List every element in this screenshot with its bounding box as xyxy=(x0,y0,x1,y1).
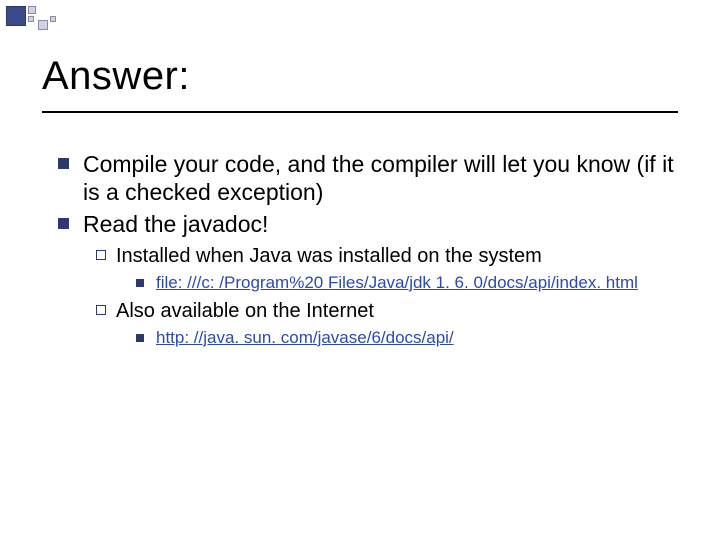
slide-title: Answer: xyxy=(42,54,678,113)
deco-square xyxy=(50,16,56,22)
bullet-level3: http: //java. sun. com/javase/6/docs/api… xyxy=(136,328,684,349)
deco-square xyxy=(28,6,36,14)
corner-decoration xyxy=(6,6,56,26)
filled-square-icon xyxy=(136,279,144,287)
bullet-level3: file: ///c: /Program%20 Files/Java/jdk 1… xyxy=(136,273,684,294)
filled-square-icon xyxy=(58,218,69,229)
bullet-text: Installed when Java was installed on the… xyxy=(116,244,542,268)
bullet-text: Compile your code, and the compiler will… xyxy=(83,150,684,206)
slide-content: Compile your code, and the compiler will… xyxy=(58,150,684,354)
bullet-text: Read the javadoc! xyxy=(83,210,268,238)
deco-square xyxy=(28,16,34,22)
deco-column xyxy=(28,6,36,26)
deco-square-large xyxy=(6,6,26,26)
hollow-square-icon xyxy=(96,250,106,260)
slide: Answer: Compile your code, and the compi… xyxy=(0,0,720,540)
hollow-square-icon xyxy=(96,305,106,315)
file-link[interactable]: file: ///c: /Program%20 Files/Java/jdk 1… xyxy=(156,273,638,294)
bullet-level1: Compile your code, and the compiler will… xyxy=(58,150,684,206)
bullet-text: Also available on the Internet xyxy=(116,299,374,323)
bullet-level2: Also available on the Internet xyxy=(96,299,684,323)
filled-square-icon xyxy=(136,334,144,342)
deco-square xyxy=(38,20,48,30)
bullet-level2: Installed when Java was installed on the… xyxy=(96,244,684,268)
bullet-level1: Read the javadoc! xyxy=(58,210,684,238)
filled-square-icon xyxy=(58,158,69,169)
web-link[interactable]: http: //java. sun. com/javase/6/docs/api… xyxy=(156,328,454,349)
